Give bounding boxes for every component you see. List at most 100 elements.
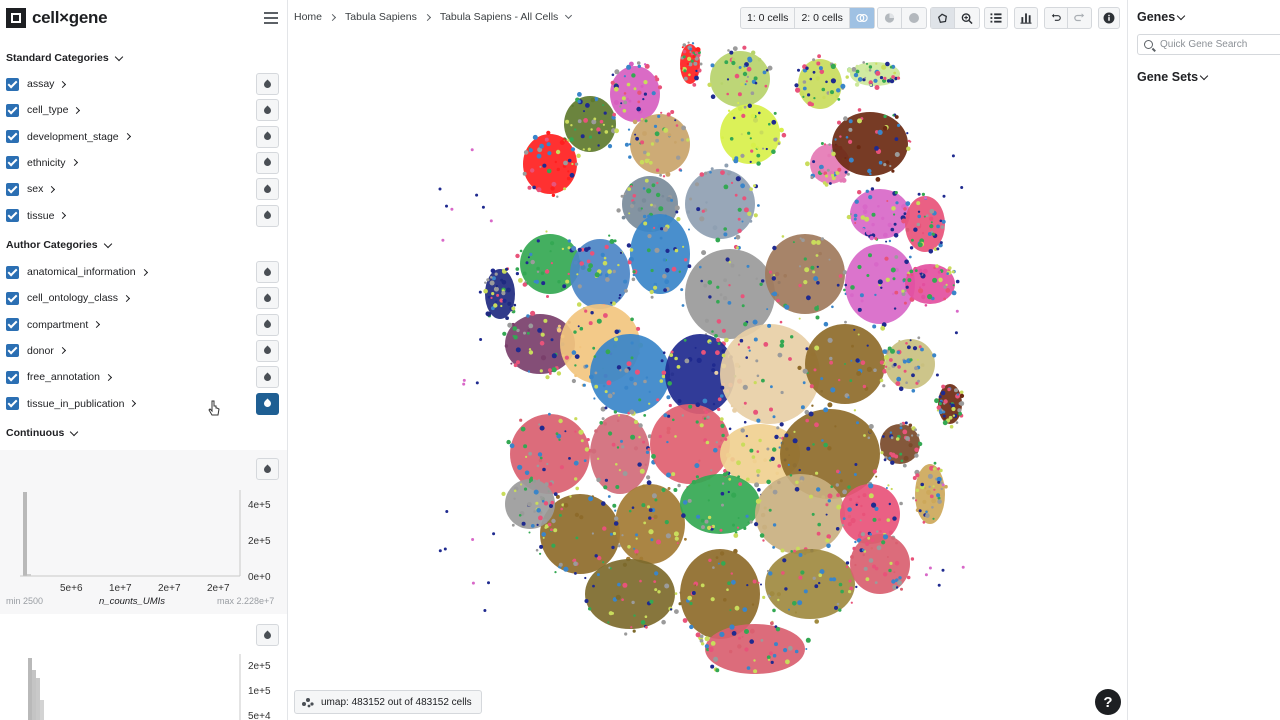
color-by-button[interactable] — [256, 392, 279, 415]
embedding-status[interactable]: umap: 483152 out of 483152 cells — [294, 690, 482, 714]
cell-point — [502, 331, 507, 336]
info-button[interactable] — [1098, 7, 1120, 29]
color-by-button[interactable] — [256, 125, 279, 148]
cell-point — [614, 516, 619, 521]
category-checkbox[interactable] — [6, 397, 19, 410]
chevron-right-icon[interactable] — [123, 133, 131, 141]
category-label[interactable]: development_stage — [27, 131, 119, 143]
chevron-right-icon[interactable] — [48, 185, 56, 193]
color-by-button[interactable] — [256, 204, 279, 227]
cellset-1-button[interactable]: 1: 0 cells — [741, 8, 796, 28]
category-row-cell-ontology-class[interactable]: cell_ontology_class — [6, 288, 280, 308]
cell-point — [886, 518, 891, 522]
cell-point — [654, 498, 658, 502]
cellset-2-button[interactable]: 2: 0 cells — [795, 8, 850, 28]
category-checkbox[interactable] — [6, 130, 19, 144]
category-row-donor[interactable]: donor — [6, 341, 280, 361]
cell-point — [730, 263, 735, 268]
color-by-button[interactable] — [256, 339, 279, 362]
category-row-sex[interactable]: sex — [6, 179, 280, 199]
category-checkbox[interactable] — [6, 156, 19, 170]
dot-button[interactable] — [902, 8, 926, 28]
color-by-button[interactable] — [256, 151, 279, 174]
category-label[interactable]: ethnicity — [27, 157, 66, 169]
cell-point — [762, 70, 767, 75]
category-checkbox[interactable] — [6, 77, 19, 91]
menu-icon[interactable] — [264, 12, 278, 24]
cell-point — [772, 608, 776, 613]
color-by-button[interactable] — [256, 366, 279, 389]
category-label[interactable]: cell_type — [27, 104, 68, 116]
category-row-anatomical-information[interactable]: anatomical_information — [6, 262, 280, 282]
breadcrumb-dataset[interactable]: Tabula Sapiens - All Cells — [440, 11, 558, 23]
category-label[interactable]: free_annotation — [27, 371, 100, 383]
chevron-right-icon[interactable] — [70, 159, 78, 167]
chevron-right-icon[interactable] — [93, 321, 101, 329]
category-checkbox[interactable] — [6, 291, 19, 305]
color-by-button[interactable] — [256, 287, 279, 310]
category-checkbox[interactable] — [6, 209, 19, 222]
category-checkbox[interactable] — [6, 182, 19, 196]
category-row-tissue-in-publication[interactable]: tissue_in_publication — [6, 394, 280, 414]
category-row-assay[interactable]: assay — [6, 74, 280, 94]
chevron-right-icon[interactable] — [129, 399, 137, 408]
cell-point — [887, 484, 890, 487]
author-categories-header[interactable]: Author Categories — [6, 239, 112, 251]
category-label[interactable]: anatomical_information — [27, 266, 136, 278]
category-label[interactable]: assay — [27, 78, 54, 90]
standard-categories-header[interactable]: Standard Categories — [6, 52, 123, 64]
color-by-button[interactable] — [256, 99, 279, 122]
category-label[interactable]: compartment — [27, 319, 88, 331]
category-checkbox[interactable] — [6, 103, 19, 117]
category-label[interactable]: tissue — [27, 210, 54, 222]
category-label[interactable]: tissue_in_publication — [27, 398, 124, 410]
bar-chart-button[interactable] — [1014, 7, 1038, 29]
breadcrumb-home[interactable]: Home — [294, 11, 322, 23]
gene-search-input[interactable] — [1160, 39, 1280, 50]
chevron-right-icon[interactable] — [58, 347, 66, 355]
category-checkbox[interactable] — [6, 370, 19, 384]
chevron-right-icon[interactable] — [123, 294, 131, 302]
category-row-free-annotation[interactable]: free_annotation — [6, 367, 280, 387]
color-by-button[interactable] — [256, 73, 279, 95]
category-row-cell-type[interactable]: cell_type — [6, 100, 280, 120]
category-row-tissue[interactable]: tissue — [6, 206, 280, 226]
histogram-chart[interactable]: 2e+5 1e+5 5e+4 — [0, 618, 287, 720]
umap-embedding-plot[interactable] — [300, 34, 1120, 684]
category-label[interactable]: cell_ontology_class — [27, 292, 118, 304]
genes-header[interactable]: Genes — [1137, 10, 1186, 24]
histogram-bar — [28, 658, 32, 720]
color-by-button[interactable] — [256, 178, 279, 201]
category-row-compartment[interactable]: compartment — [6, 315, 280, 335]
chevron-right-icon[interactable] — [59, 211, 67, 220]
category-checkbox[interactable] — [6, 344, 19, 358]
category-row-development-stage[interactable]: development_stage — [6, 127, 280, 147]
chevron-down-icon[interactable] — [565, 11, 573, 20]
undo-button[interactable] — [1045, 8, 1068, 28]
pie-chart-button[interactable] — [878, 8, 902, 28]
cell-point — [701, 525, 705, 530]
breadcrumb-collection[interactable]: Tabula Sapiens — [345, 11, 417, 23]
gene-sets-header[interactable]: Gene Sets — [1137, 70, 1209, 84]
chevron-right-icon[interactable] — [59, 80, 67, 88]
color-by-button[interactable] — [256, 261, 279, 283]
category-checkbox[interactable] — [6, 318, 19, 332]
diffexp-button[interactable] — [849, 8, 874, 28]
color-by-button[interactable] — [256, 313, 279, 336]
redo-button[interactable] — [1068, 8, 1091, 28]
zoom-button[interactable] — [955, 8, 979, 28]
chevron-right-icon[interactable] — [73, 106, 81, 114]
chevron-right-icon[interactable] — [140, 268, 148, 276]
category-label[interactable]: sex — [27, 183, 43, 195]
category-checkbox[interactable] — [6, 265, 19, 279]
list-button[interactable] — [984, 7, 1008, 29]
cell-point — [689, 601, 693, 606]
category-label[interactable]: donor — [27, 345, 54, 357]
histogram-chart[interactable]: 4e+5 2e+5 0e+0 5e+6 1e+7 2e+7 2e+7 min 2… — [0, 450, 287, 614]
cell-point — [756, 450, 760, 453]
category-row-ethnicity[interactable]: ethnicity — [6, 153, 280, 173]
help-button[interactable]: ? — [1095, 689, 1121, 715]
lasso-button[interactable] — [931, 8, 955, 28]
chevron-right-icon[interactable] — [104, 373, 113, 381]
continuous-header[interactable]: Continuous — [6, 427, 79, 439]
